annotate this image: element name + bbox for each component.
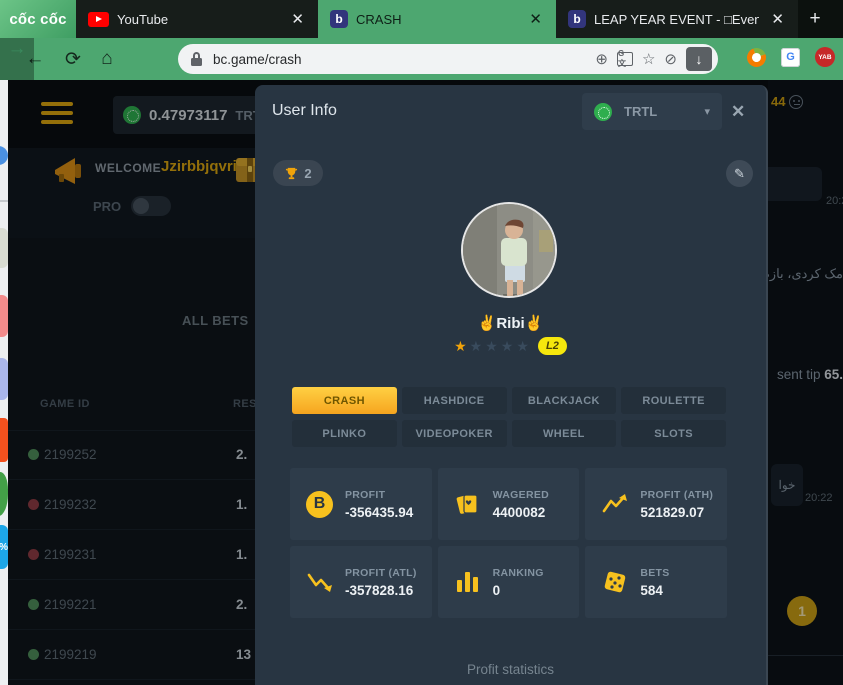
stat-label: PROFIT	[345, 489, 413, 501]
modal-title: User Info	[272, 102, 337, 120]
trophy-badge[interactable]: 2	[273, 160, 323, 186]
user-info-modal: User Info TRTL ▾ ✕ 2 ✎	[255, 85, 768, 685]
lock-icon[interactable]	[191, 52, 202, 66]
edit-profile-button[interactable]: ✎	[726, 160, 753, 187]
stat-card-wagered: WAGERED 4400082	[438, 468, 580, 540]
tab-crash-stats[interactable]: CRASH	[292, 387, 397, 414]
sidebar-divider	[0, 200, 8, 202]
trophy-count: 2	[304, 166, 311, 181]
stat-value: -357828.16	[345, 583, 417, 598]
tab-videopoker-stats[interactable]: VIDEOPOKER	[402, 420, 507, 447]
cards-icon	[454, 491, 480, 517]
stat-label: BETS	[640, 567, 669, 579]
address-bar[interactable]: bc.game/crash ⊕ G文 ☆ ⊘ ↓	[178, 44, 718, 74]
download-button[interactable]: ↓	[686, 47, 712, 71]
sidebar-app-icon[interactable]	[0, 358, 8, 400]
tab-label: CRASH	[356, 12, 517, 27]
ranking-bars-icon	[457, 572, 478, 592]
sidebar-app-icon[interactable]	[0, 418, 8, 462]
web-page: 0.47973117 TRTL WELCOME Jzirbbjqvri	[0, 80, 843, 685]
star-icon: ★	[501, 339, 514, 353]
tab-wheel-stats[interactable]: WHEEL	[512, 420, 617, 447]
stat-card-bets: BETS 584	[585, 546, 727, 618]
youtube-icon	[88, 12, 109, 27]
dice-icon	[602, 569, 628, 595]
stat-value: 0	[493, 583, 544, 598]
sidebar-app-icon[interactable]	[0, 295, 8, 337]
profit-statistics-link[interactable]: Profit statistics	[255, 662, 766, 677]
bcgame-icon: b	[568, 10, 586, 28]
home-icon[interactable]: ⌂	[90, 48, 124, 70]
stat-card-profit-atl: PROFIT (ATL) -357828.16	[290, 546, 432, 618]
avatar	[461, 202, 557, 298]
coccoc-sidebar: %	[0, 80, 8, 685]
star-rating: ★ ★ ★ ★ ★ L2	[255, 337, 766, 355]
stat-label: PROFIT (ATH)	[640, 489, 713, 501]
close-icon[interactable]: ✕	[731, 102, 745, 122]
stat-label: WAGERED	[493, 489, 549, 501]
star-icon: ★	[516, 339, 529, 353]
translate-icon[interactable]: G文	[617, 52, 633, 66]
tab-hashdice-stats[interactable]: HASHDICE	[402, 387, 507, 414]
chevron-down-icon: ▾	[704, 105, 710, 118]
stat-card-ranking: RANKING 0	[438, 546, 580, 618]
sidebar-app-icon[interactable]	[0, 228, 8, 268]
adblock-extension-icon[interactable]	[744, 44, 769, 69]
stat-label: PROFIT (ATL)	[345, 567, 417, 579]
shield-block-icon[interactable]: ⊘	[664, 50, 677, 68]
stat-value: -356435.94	[345, 505, 413, 520]
stat-card-profit: B PROFIT -356435.94	[290, 468, 432, 540]
tab-youtube[interactable]: YouTube ✕	[76, 0, 318, 38]
profile-username: ✌Ribi✌	[255, 314, 766, 332]
star-icon: ★	[454, 339, 467, 353]
star-icon: ★	[485, 339, 498, 353]
zoom-plus-icon[interactable]: ⊕	[595, 50, 608, 68]
currency-select[interactable]: TRTL ▾	[582, 93, 722, 130]
trophy-icon	[284, 166, 299, 181]
tab-label: YouTube	[117, 12, 279, 27]
tab-plinko-stats[interactable]: PLINKO	[292, 420, 397, 447]
star-icon: ★	[470, 339, 483, 353]
tab-crash[interactable]: b CRASH ✕	[318, 0, 556, 38]
tab-strip: cốc cốc YouTube ✕ b CRASH ✕ b LEAP YEAR …	[0, 0, 843, 38]
level-badge: L2	[538, 337, 567, 355]
tab-close-icon[interactable]: ✕	[525, 10, 546, 29]
reload-icon[interactable]: ⟳	[56, 48, 90, 71]
stat-card-profit-ath: PROFIT (ATH) 521829.07	[585, 468, 727, 540]
bookmark-star-icon[interactable]: ☆	[642, 50, 655, 68]
browser-window: cốc cốc YouTube ✕ b CRASH ✕ b LEAP YEAR …	[0, 0, 843, 685]
tab-roulette-stats[interactable]: ROULETTE	[621, 387, 726, 414]
yab-extension-icon[interactable]: YAB	[815, 47, 835, 67]
url-text[interactable]: bc.game/crash	[213, 52, 586, 67]
currency-value: TRTL	[624, 104, 694, 119]
google-translate-extension-icon[interactable]: G	[781, 48, 800, 67]
stats-grid: B PROFIT -356435.94 WAGERED 4400082	[290, 468, 727, 618]
stat-value: 4400082	[493, 505, 549, 520]
new-tab-button[interactable]: +	[798, 0, 832, 38]
tab-close-icon[interactable]: ✕	[287, 10, 308, 29]
browser-toolbar: ← → ⟳ ⌂ bc.game/crash ⊕ G文 ☆ ⊘ ↓ G YAB	[0, 38, 843, 80]
extensions-row: G YAB	[747, 47, 835, 67]
trend-down-icon	[307, 571, 333, 593]
tab-close-icon[interactable]: ✕	[767, 10, 788, 29]
sidebar-app-icon[interactable]	[0, 472, 8, 516]
tab-label: LEAP YEAR EVENT - □Event - C	[594, 12, 759, 27]
stat-value: 584	[640, 583, 669, 598]
stat-label: RANKING	[493, 567, 544, 579]
trend-up-icon	[602, 493, 628, 515]
game-tabs: CRASH HASHDICE BLACKJACK ROULETTE PLINKO…	[292, 387, 726, 447]
sidebar-app-icon[interactable]	[0, 146, 8, 165]
sidebar-app-icon[interactable]: %	[0, 525, 8, 569]
forward-icon[interactable]: →	[0, 38, 34, 80]
tab-blackjack-stats[interactable]: BLACKJACK	[512, 387, 617, 414]
trtl-coin-icon	[594, 103, 612, 121]
tab-slots-stats[interactable]: SLOTS	[621, 420, 726, 447]
bitcoin-icon: B	[306, 491, 333, 518]
coccoc-logo[interactable]: cốc cốc	[0, 0, 76, 38]
stat-value: 521829.07	[640, 505, 713, 520]
bcgame-icon: b	[330, 10, 348, 28]
tab-leap-year-event[interactable]: b LEAP YEAR EVENT - □Event - C ✕	[556, 0, 798, 38]
